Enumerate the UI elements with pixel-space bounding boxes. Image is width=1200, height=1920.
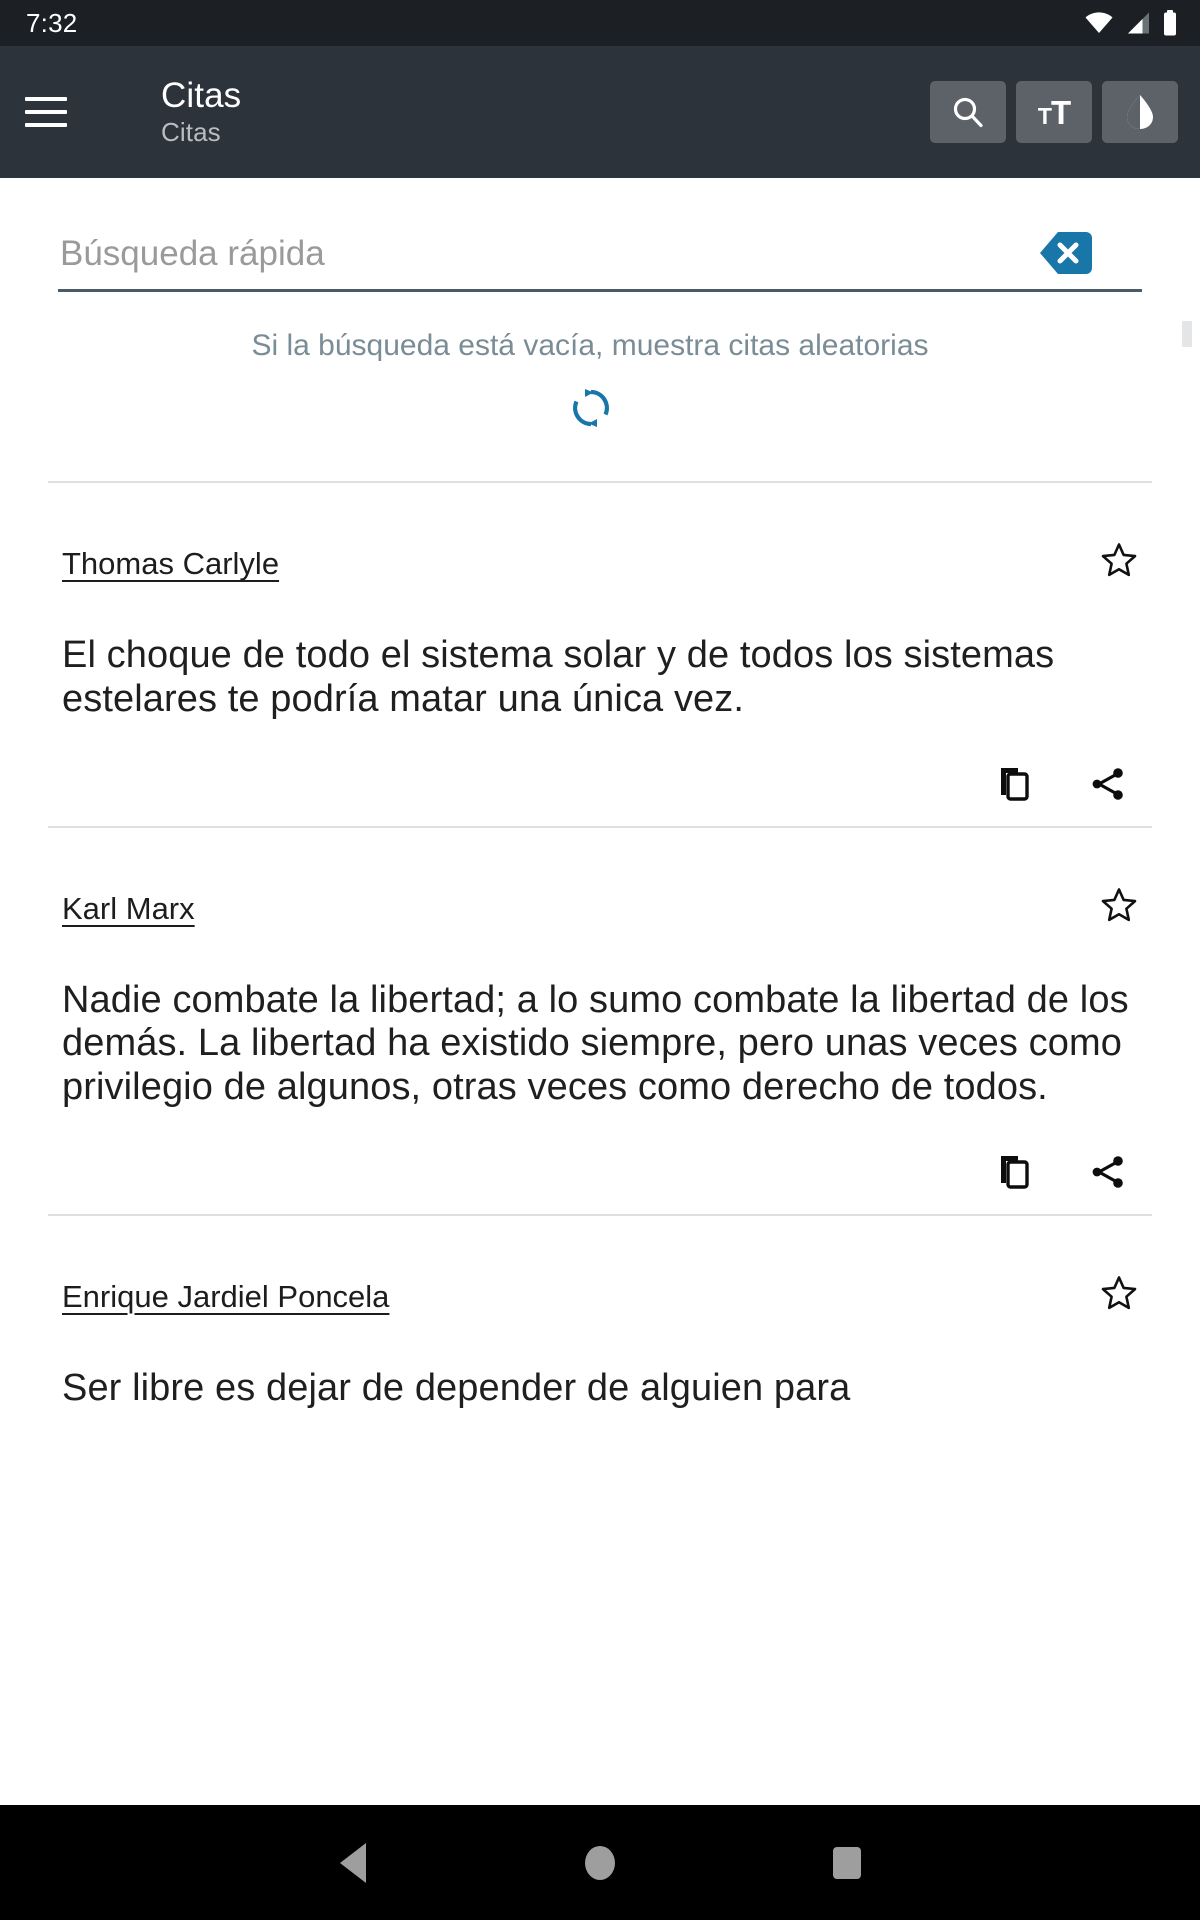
app-bar-actions: TT — [930, 81, 1178, 143]
quote-card: Enrique Jardiel Poncela Ser libre es dej… — [0, 1216, 1200, 1435]
star-outline-icon — [1100, 1274, 1138, 1312]
search-button[interactable] — [930, 81, 1006, 143]
quote-card: Thomas Carlyle El choque de todo el sist… — [0, 483, 1200, 826]
back-triangle-icon — [340, 1842, 367, 1883]
system-navigation-bar — [0, 1805, 1200, 1920]
cellular-signal-icon — [1125, 11, 1151, 35]
favorite-star-button[interactable] — [1100, 886, 1138, 924]
text-size-small-t: T — [1037, 102, 1052, 129]
refresh-row — [58, 386, 1142, 435]
star-outline-icon — [1100, 886, 1138, 924]
quote-header: Karl Marx — [62, 887, 1140, 927]
home-button[interactable] — [555, 1818, 645, 1908]
text-size-button[interactable]: TT — [1016, 81, 1092, 143]
hamburger-menu-button[interactable] — [0, 46, 92, 178]
battery-icon — [1162, 10, 1178, 36]
clear-x-icon — [1040, 232, 1092, 274]
quote-author-link[interactable]: Thomas Carlyle — [62, 545, 279, 582]
text-size-big-t: T — [1050, 93, 1071, 131]
share-icon — [1090, 1154, 1126, 1190]
share-button[interactable] — [1090, 1154, 1126, 1190]
quote-text: Ser libre es dejar de depender de alguie… — [62, 1367, 851, 1409]
back-button[interactable] — [308, 1818, 398, 1908]
app-bar: Citas Citas TT — [0, 46, 1200, 178]
refresh-icon — [569, 389, 613, 434]
refresh-button[interactable] — [569, 386, 613, 435]
share-icon — [1090, 766, 1126, 802]
quote-text: El choque de todo el sistema solar y de … — [62, 634, 1055, 720]
favorite-star-button[interactable] — [1100, 1274, 1138, 1312]
copy-icon — [998, 766, 1032, 802]
hamburger-menu-icon — [25, 97, 67, 127]
quote-header: Thomas Carlyle — [62, 543, 1140, 582]
share-button[interactable] — [1090, 766, 1126, 802]
copy-button[interactable] — [998, 1154, 1032, 1190]
search-icon — [951, 95, 985, 129]
quote-author-link[interactable]: Enrique Jardiel Poncela — [62, 1278, 389, 1315]
copy-icon — [998, 1154, 1032, 1190]
recents-button[interactable] — [802, 1818, 892, 1908]
contrast-droplet-icon — [1124, 94, 1156, 130]
quote-text: Nadie combate la libertad; a lo sumo com… — [62, 978, 1129, 1109]
app-bar-titles: Citas Citas — [92, 76, 930, 147]
star-outline-icon — [1100, 541, 1138, 579]
app-screen: 7:32 Citas Citas T T Búsqueda rápida Si … — [0, 0, 1200, 1920]
search-row — [58, 232, 1142, 292]
home-circle-icon — [584, 1845, 615, 1880]
search-hint-text: Si la búsqueda está vacía, muestra citas… — [251, 329, 929, 362]
content-scroll-area[interactable]: Si la búsqueda está vacía, muestra citas… — [0, 178, 1200, 1805]
search-input[interactable] — [58, 233, 1142, 292]
recents-square-icon — [832, 1846, 861, 1879]
search-section: Si la búsqueda está vacía, muestra citas… — [0, 178, 1200, 435]
status-bar-clock: 7:32 — [26, 8, 78, 38]
quote-card: Karl Marx Nadie combate la libertad; a l… — [0, 828, 1200, 1214]
theme-contrast-button[interactable] — [1102, 81, 1178, 143]
favorite-star-button[interactable] — [1100, 541, 1138, 579]
quote-header: Enrique Jardiel Poncela — [62, 1276, 1140, 1315]
quote-actions — [62, 766, 1140, 802]
clear-search-button[interactable] — [1040, 232, 1092, 274]
copy-button[interactable] — [998, 766, 1032, 802]
page-subtitle: Citas — [161, 116, 221, 147]
page-title: Citas — [161, 76, 242, 116]
quote-author-link[interactable]: Karl Marx — [62, 890, 195, 927]
status-bar: 7:32 — [0, 0, 1200, 46]
text-size-icon: TT — [1037, 93, 1071, 131]
status-bar-icons — [1084, 10, 1178, 36]
wifi-icon — [1084, 11, 1114, 35]
quote-actions — [62, 1154, 1140, 1190]
